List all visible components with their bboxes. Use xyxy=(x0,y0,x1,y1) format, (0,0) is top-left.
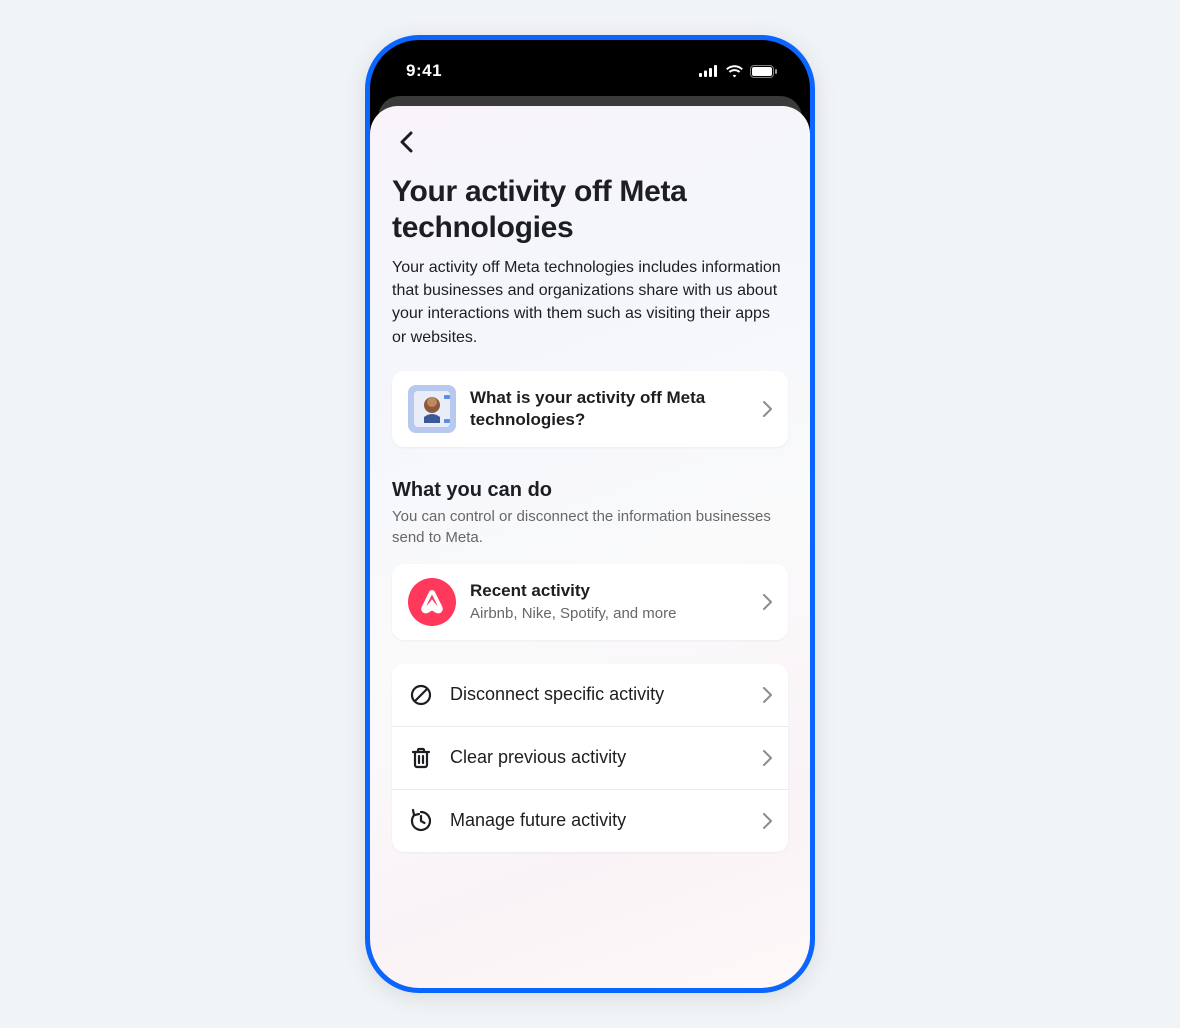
status-time: 9:41 xyxy=(406,61,442,81)
phone-frame: 9:41 Your activity off Meta technologies… xyxy=(365,35,815,993)
action-clear[interactable]: Clear previous activity xyxy=(392,726,788,789)
settings-screen: Your activity off Meta technologies Your… xyxy=(370,106,810,988)
chevron-right-icon xyxy=(763,750,772,766)
chevron-right-icon xyxy=(763,594,772,610)
airbnb-icon xyxy=(408,578,456,626)
recent-activity-subtitle: Airbnb, Nike, Spotify, and more xyxy=(470,604,749,624)
info-card-title: What is your activity off Meta technolog… xyxy=(470,387,749,431)
cellular-icon xyxy=(699,65,719,77)
chevron-right-icon xyxy=(763,813,772,829)
clock-refresh-icon xyxy=(408,808,434,834)
actions-card: Disconnect specific activity Clear previ… xyxy=(392,664,788,852)
chevron-right-icon xyxy=(763,687,772,703)
info-card-body: What is your activity off Meta technolog… xyxy=(470,387,749,431)
chevron-right-icon xyxy=(763,401,772,417)
info-card: What is your activity off Meta technolog… xyxy=(392,371,788,447)
block-icon xyxy=(408,682,434,708)
status-bar: 9:41 xyxy=(370,40,810,96)
section-title: What you can do xyxy=(392,479,788,502)
action-label: Disconnect specific activity xyxy=(450,684,747,705)
info-card-row[interactable]: What is your activity off Meta technolog… xyxy=(392,371,788,447)
page-description: Your activity off Meta technologies incl… xyxy=(392,256,788,349)
trash-icon xyxy=(408,745,434,771)
action-manage[interactable]: Manage future activity xyxy=(392,789,788,852)
action-disconnect[interactable]: Disconnect specific activity xyxy=(392,664,788,726)
section-subtitle: You can control or disconnect the inform… xyxy=(392,506,788,548)
action-label: Manage future activity xyxy=(450,810,747,831)
back-button[interactable] xyxy=(392,128,420,156)
page-title: Your activity off Meta technologies xyxy=(392,174,788,246)
status-icons xyxy=(699,65,778,78)
battery-icon xyxy=(750,65,778,78)
chevron-left-icon xyxy=(399,131,413,153)
recent-activity-row[interactable]: Recent activity Airbnb, Nike, Spotify, a… xyxy=(392,564,788,640)
action-label: Clear previous activity xyxy=(450,747,747,768)
wifi-icon xyxy=(725,65,744,78)
recent-activity-title: Recent activity xyxy=(470,580,749,602)
info-thumbnail xyxy=(408,385,456,433)
recent-activity-card: Recent activity Airbnb, Nike, Spotify, a… xyxy=(392,564,788,640)
recent-activity-body: Recent activity Airbnb, Nike, Spotify, a… xyxy=(470,580,749,624)
